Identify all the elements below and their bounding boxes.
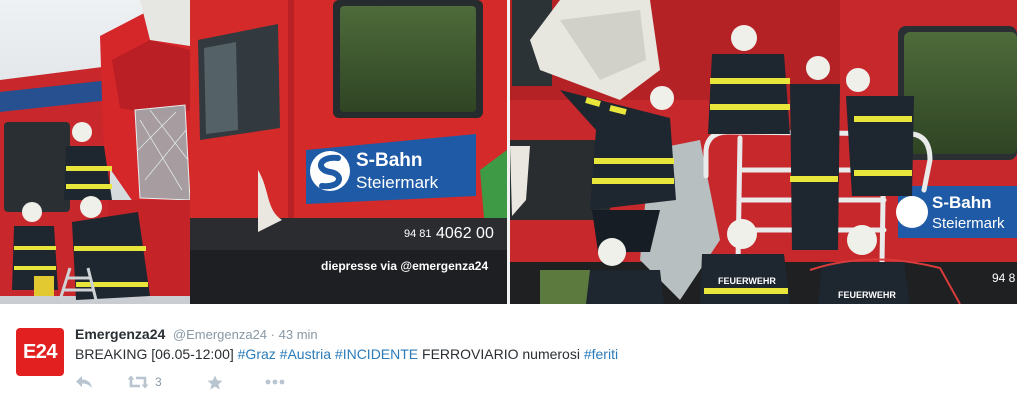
tweet-timestamp[interactable]: 43 min [279, 327, 318, 342]
star-icon [207, 375, 223, 389]
retweet-icon [127, 375, 149, 389]
display-name[interactable]: Emergenza24 [75, 326, 165, 342]
photo-watermark: diepresse via @emergenza24 [321, 259, 488, 273]
tweet: E24 Emergenza24 @Emergenza24 · 43 min BR… [0, 304, 1017, 402]
tweet-text-prefix: BREAKING [06.05-12:00] [75, 346, 238, 362]
hashtag-austria[interactable]: #Austria [280, 346, 331, 362]
sbahn-brand-text: S-Bahn [356, 150, 423, 171]
hashtag-graz[interactable]: #Graz [238, 346, 276, 362]
more-icon [265, 379, 285, 385]
train-number: 4062 00 [436, 225, 494, 242]
hashtag-incidente[interactable]: #INCIDENTE [335, 346, 418, 362]
tweet-photo[interactable]: S-Bahn Steiermark 94 81 4062 00 diepress… [0, 0, 1017, 304]
vest-label-1: FEUERWEHR [718, 276, 776, 286]
vest-label-2: FEUERWEHR [838, 290, 896, 300]
accident-photo: S-Bahn Steiermark 94 81 4062 00 diepress… [0, 0, 1017, 304]
tweet-header: Emergenza24 @Emergenza24 · 43 min [75, 326, 318, 342]
train-number-right: 94 8 [992, 271, 1016, 285]
favorite-button[interactable] [207, 375, 265, 390]
separator-dot: · [270, 327, 276, 342]
user-handle[interactable]: @Emergenza24 [173, 327, 267, 342]
sbahn-region-text: Steiermark [356, 173, 439, 192]
sbahn-brand-text-right: S-Bahn [932, 193, 992, 212]
avatar[interactable]: E24 [16, 328, 64, 376]
sbahn-region-text-right: Steiermark [932, 215, 1005, 232]
more-button[interactable] [265, 379, 295, 385]
tweet-text-middle: FERROVIARIO numerosi [418, 346, 584, 362]
sbahn-logo-right: S-Bahn Steiermark [896, 186, 1017, 238]
retweet-count: 3 [155, 375, 162, 389]
reply-icon [76, 376, 92, 388]
retweet-button[interactable]: 3 [127, 375, 207, 389]
train-number-prefix: 94 81 [404, 228, 432, 240]
tweet-text: BREAKING [06.05-12:00] #Graz #Austria #I… [75, 346, 618, 362]
hashtag-feriti[interactable]: #feriti [584, 346, 618, 362]
reply-button[interactable] [75, 375, 127, 389]
tweet-actions: 3 [75, 372, 295, 392]
